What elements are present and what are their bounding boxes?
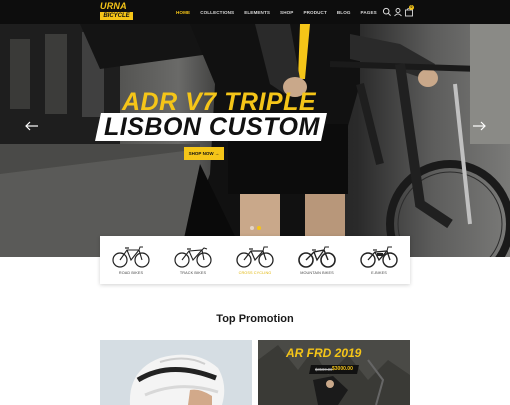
logo-text: URNA (100, 1, 127, 11)
slider-dot-2[interactable] (257, 226, 261, 230)
promotion-section-title: Top Promotion (216, 313, 294, 325)
promo-new-price: $3000.00 (332, 366, 353, 372)
hero-slider: ADR V7 TRIPLE LISBON CUSTOM SHOP NOW → (0, 24, 510, 257)
slider-dots (250, 226, 261, 230)
category-label: CROSS CYCLING (238, 271, 272, 275)
shop-now-button[interactable]: SHOP NOW → (184, 147, 224, 160)
category-mountain-bikes[interactable]: MOUNTAIN BIKES (286, 236, 348, 284)
logo-subtext: BICYCLE (100, 12, 133, 20)
category-label: MOUNTAIN BIKES (300, 271, 334, 275)
search-icon[interactable] (382, 7, 392, 17)
cross-bike-icon (236, 246, 274, 268)
cart-count-badge: 0 (409, 5, 414, 10)
brand-logo[interactable]: URNA BICYCLE (100, 2, 134, 21)
promo-card-helmet[interactable] (100, 340, 252, 405)
promo-product-name: AR FRD 2019 (286, 346, 362, 360)
e-bike-icon (360, 246, 398, 268)
road-bike-icon (112, 246, 150, 268)
hero-title-line2: LISBON CUSTOM (104, 113, 320, 141)
slider-next-arrow-icon[interactable] (472, 119, 486, 133)
user-icon[interactable] (393, 7, 403, 17)
nav-pages[interactable]: PAGES (361, 10, 377, 15)
category-label: TRACK BIKES (179, 271, 207, 275)
nav-product[interactable]: PRODUCT (303, 10, 326, 15)
nav-collections[interactable]: COLLECTIONS (200, 10, 234, 15)
nav-elements[interactable]: ELEMENTS (244, 10, 270, 15)
nav-shop[interactable]: SHOP (280, 10, 293, 15)
category-label: E-BIKES (371, 271, 387, 275)
category-road-bikes[interactable]: ROAD BIKES (100, 236, 162, 284)
site-header: URNA BICYCLE HOME COLLECTIONS ELEMENTS S… (0, 0, 510, 24)
slider-prev-arrow-icon[interactable] (25, 119, 39, 133)
category-label: ROAD BIKES (118, 271, 144, 275)
main-nav: HOME COLLECTIONS ELEMENTS SHOP PRODUCT B… (176, 0, 387, 24)
nav-home[interactable]: HOME (176, 10, 190, 15)
mountain-bike-icon (298, 246, 336, 268)
category-cross-cycling[interactable]: CROSS CYCLING (224, 236, 286, 284)
helmet-rider-image (100, 340, 252, 405)
promo-old-price: $3500.00 (315, 367, 333, 372)
hero-title-line1: ADR V7 TRIPLE (122, 88, 317, 116)
category-e-bikes[interactable]: E-BIKES (348, 236, 410, 284)
category-track-bikes[interactable]: TRACK BIKES (162, 236, 224, 284)
promo-card-ar-frd[interactable]: AR FRD 2019 $3500.00 $3000.00 (258, 340, 410, 405)
slider-dot-1[interactable] (250, 226, 254, 230)
track-bike-icon (174, 247, 212, 268)
category-strip: ROAD BIKES TRACK BIKES CROSS CYCLING MOU… (100, 236, 410, 284)
nav-blog[interactable]: BLOG (337, 10, 351, 15)
